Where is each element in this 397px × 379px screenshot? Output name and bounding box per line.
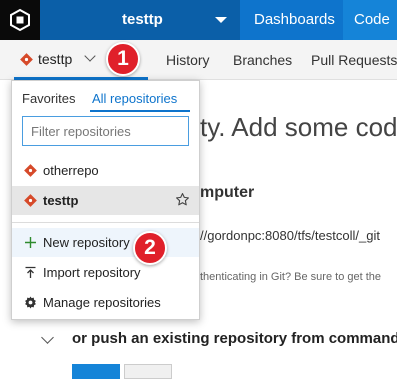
nav-code[interactable]: Code (343, 0, 397, 40)
project-switcher[interactable]: testtp (40, 0, 240, 40)
menu-divider (12, 222, 199, 223)
git-repo-icon (24, 164, 37, 177)
repo-dropdown: Favorites All repositories otherrepo tes… (11, 80, 200, 320)
tab-branches[interactable]: Branches (233, 52, 292, 68)
gear-icon (25, 296, 36, 309)
selected-repo-name: testtp (38, 51, 73, 67)
nav-dashboards[interactable]: Dashboards (240, 0, 343, 40)
repo-item-label: testtp (43, 193, 79, 208)
tab-all-repositories[interactable]: All repositories (92, 91, 177, 106)
git-repo-icon (20, 53, 33, 66)
auth-help-text: thenticating in Git? Be sure to get the (200, 271, 382, 283)
tab-history[interactable]: History (166, 52, 210, 68)
import-repository-item[interactable]: Import repository (12, 258, 199, 287)
repo-item-otherrepo[interactable]: otherrepo (12, 156, 199, 185)
empty-repo-heading: ty. Add some code (200, 112, 397, 142)
chevron-down-icon[interactable] (41, 331, 54, 344)
new-repository-item[interactable]: New repository (12, 228, 199, 257)
secondary-button[interactable] (124, 364, 172, 379)
top-bar: testtp Dashboards Code (0, 0, 397, 40)
manage-repositories-item[interactable]: Manage repositories (12, 288, 199, 317)
vsts-logo[interactable] (0, 0, 40, 40)
callout-badge-2: 2 (133, 231, 167, 265)
primary-button[interactable] (72, 364, 120, 379)
active-tab-underline (90, 110, 190, 112)
import-icon (25, 266, 36, 278)
push-section-heading[interactable]: or push an existing repository from comm… (72, 330, 397, 347)
git-repo-icon (24, 194, 37, 207)
tab-favorites[interactable]: Favorites (22, 91, 75, 106)
plus-icon (25, 237, 36, 248)
project-name: testtp (122, 11, 163, 28)
import-repository-label: Import repository (43, 265, 141, 280)
callout-badge-1: 1 (106, 42, 140, 76)
filter-repositories-input[interactable] (22, 116, 189, 146)
new-repository-label: New repository (43, 235, 130, 250)
logo-icon (10, 8, 30, 32)
chevron-down-icon (84, 50, 96, 62)
manage-repositories-label: Manage repositories (43, 295, 161, 310)
clone-section-heading: mputer (200, 184, 255, 201)
repo-item-label: otherrepo (43, 163, 99, 178)
tab-pull-requests[interactable]: Pull Requests (311, 52, 397, 68)
repo-item-testtp[interactable]: testtp (12, 186, 199, 215)
code-sub-nav: testtp History Branches Pull Requests (0, 40, 397, 80)
clone-url[interactable]: //gordonpc:8080/tfs/testcoll/_git (200, 228, 380, 243)
chevron-down-icon (215, 17, 227, 23)
star-icon[interactable] (175, 192, 190, 207)
